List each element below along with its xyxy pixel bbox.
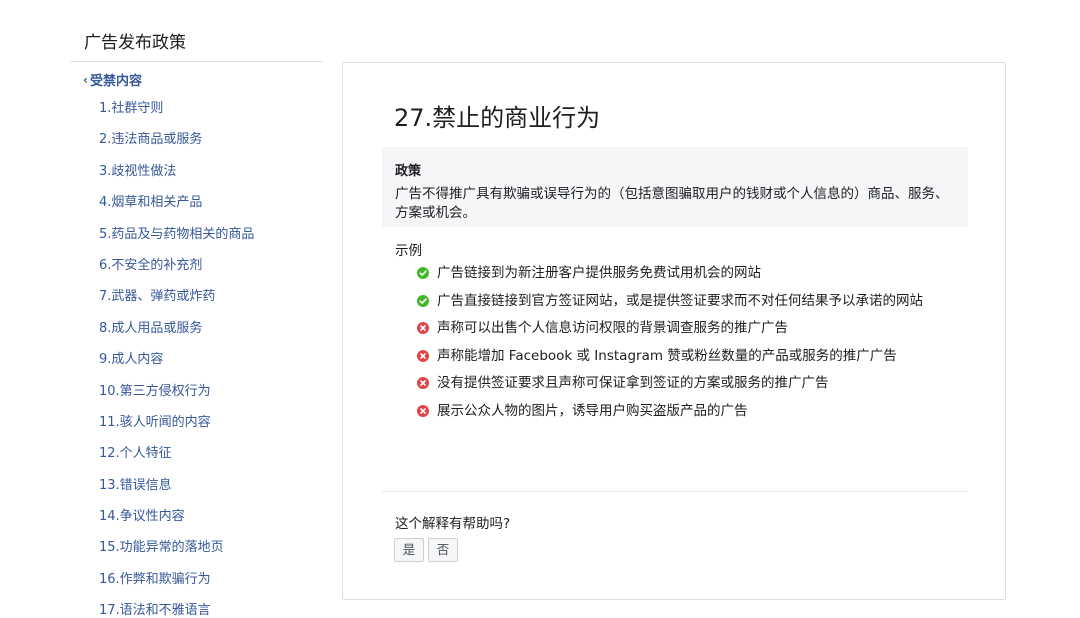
back-link-prohibited-content[interactable]: ‹ 受禁内容 bbox=[83, 70, 142, 90]
sidebar-item[interactable]: 9.成人内容 bbox=[99, 349, 254, 380]
examples-label: 示例 bbox=[395, 243, 422, 259]
sidebar-item[interactable]: 6.不安全的补充剂 bbox=[99, 255, 254, 286]
policy-text: 广告不得推广具有欺骗或误导行为的（包括意图骗取用户的钱财或个人信息的）商品、服务… bbox=[395, 186, 949, 221]
example-item: 广告直接链接到官方签证网站，或是提供签证要求而不对任何结果予以承诺的网站 bbox=[417, 291, 965, 311]
sidebar-item[interactable]: 8.成人用品或服务 bbox=[99, 318, 254, 349]
sidebar-item[interactable]: 5.药品及与药物相关的商品 bbox=[99, 224, 254, 255]
example-item: 没有提供签证要求且声称可保证拿到签证的方案或服务的推广广告 bbox=[417, 373, 965, 393]
example-text: 展示公众人物的图片，诱导用户购买盗版产品的广告 bbox=[437, 402, 748, 419]
sidebar-item[interactable]: 12.个人特征 bbox=[99, 443, 254, 474]
x-circle-icon bbox=[417, 377, 429, 389]
sidebar-item[interactable]: 11.骇人听闻的内容 bbox=[99, 412, 254, 443]
x-circle-icon bbox=[417, 322, 429, 334]
sidebar-item[interactable]: 17.语法和不雅语言 bbox=[99, 600, 254, 618]
check-circle-icon bbox=[417, 267, 429, 279]
page-title: 27.禁止的商业行为 bbox=[394, 104, 601, 132]
sidebar-item[interactable]: 15.功能异常的落地页 bbox=[99, 537, 254, 568]
policy-box: 政策 广告不得推广具有欺骗或误导行为的（包括意图骗取用户的钱财或个人信息的）商品… bbox=[382, 147, 968, 227]
check-circle-icon bbox=[417, 294, 429, 307]
sidebar-item[interactable]: 14.争议性内容 bbox=[99, 506, 254, 537]
helpful-question: 这个解释有帮助吗? bbox=[395, 516, 511, 532]
sidebar-item[interactable]: 2.违法商品或服务 bbox=[99, 129, 254, 160]
sidebar-item[interactable]: 10.第三方侵权行为 bbox=[99, 381, 254, 412]
sidebar-item[interactable]: 4.烟草和相关产品 bbox=[99, 192, 254, 223]
chevron-left-icon: ‹ bbox=[83, 72, 88, 87]
x-circle-icon bbox=[417, 349, 429, 362]
example-text: 广告直接链接到官方签证网站，或是提供签证要求而不对任何结果予以承诺的网站 bbox=[437, 292, 923, 309]
no-button[interactable]: 否 bbox=[428, 538, 458, 562]
example-item: 展示公众人物的图片，诱导用户购买盗版产品的广告 bbox=[417, 401, 965, 421]
policy-card: 27.禁止的商业行为 政策 广告不得推广具有欺骗或误导行为的（包括意图骗取用户的… bbox=[342, 62, 1006, 600]
example-item: 声称能增加 Facebook 或 Instagram 赞或粉丝数量的产品或服务的… bbox=[417, 346, 965, 366]
example-text: 没有提供签证要求且声称可保证拿到签证的方案或服务的推广广告 bbox=[437, 375, 829, 391]
example-text: 广告链接到为新注册客户提供服务免费试用机会的网站 bbox=[437, 265, 761, 281]
sidebar-title: 广告发布政策 bbox=[84, 33, 186, 53]
page: 广告发布政策 ‹ 受禁内容 1.社群守则 2.违法商品或服务 3.歧视性做法 4… bbox=[0, 0, 1080, 618]
sidebar-item[interactable]: 16.作弊和欺骗行为 bbox=[99, 569, 254, 600]
x-circle-icon bbox=[417, 404, 429, 417]
example-text: 声称可以出售个人信息访问权限的背景调查服务的推广广告 bbox=[437, 320, 788, 336]
sidebar-item[interactable]: 7.武器、弹药或炸药 bbox=[99, 286, 254, 317]
sidebar-nav: 1.社群守则 2.违法商品或服务 3.歧视性做法 4.烟草和相关产品 5.药品及… bbox=[99, 98, 254, 618]
sidebar-item[interactable]: 13.错误信息 bbox=[99, 475, 254, 506]
example-item: 声称可以出售个人信息访问权限的背景调查服务的推广广告 bbox=[417, 318, 965, 338]
examples-list: 广告链接到为新注册客户提供服务免费试用机会的网站 广告直接链接到官方签证网站，或… bbox=[417, 263, 965, 428]
sidebar-divider bbox=[70, 61, 323, 62]
sidebar-item[interactable]: 3.歧视性做法 bbox=[99, 161, 254, 192]
yes-button[interactable]: 是 bbox=[394, 538, 424, 562]
section-divider bbox=[382, 491, 968, 492]
policy-label: 政策 bbox=[395, 164, 422, 179]
sidebar-item[interactable]: 1.社群守则 bbox=[99, 98, 254, 129]
back-link-label: 受禁内容 bbox=[89, 74, 142, 89]
example-item: 广告链接到为新注册客户提供服务免费试用机会的网站 bbox=[417, 263, 965, 283]
example-text: 声称能增加 Facebook 或 Instagram 赞或粉丝数量的产品或服务的… bbox=[437, 347, 897, 364]
